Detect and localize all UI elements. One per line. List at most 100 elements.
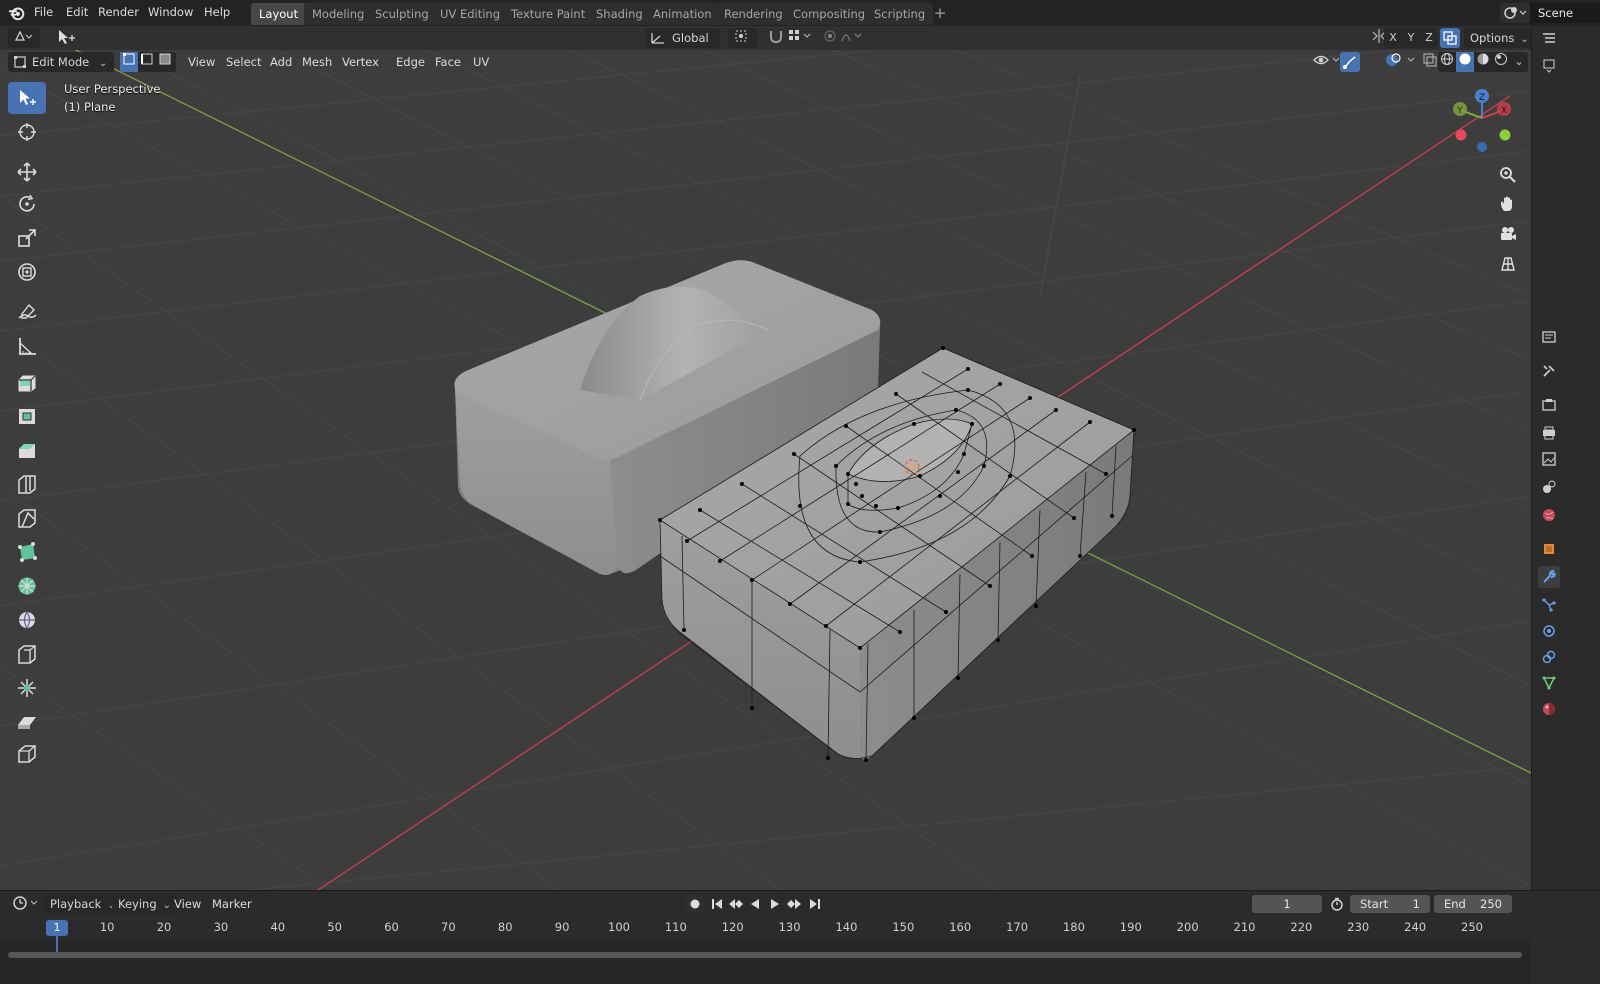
- play-reverse-button[interactable]: [746, 895, 764, 913]
- timeline-editor-type-button[interactable]: [6, 894, 48, 914]
- object-properties-tab[interactable]: [1538, 538, 1560, 560]
- menu-mesh[interactable]: Mesh: [298, 52, 336, 72]
- render-properties-tab[interactable]: [1538, 394, 1560, 416]
- playhead-frame-indicator[interactable]: 1: [46, 920, 68, 936]
- navigation-gizmo[interactable]: Z X Y: [1446, 88, 1518, 158]
- modifier-properties-tab[interactable]: [1538, 566, 1560, 588]
- tab-animation[interactable]: Animation: [645, 3, 720, 25]
- extrude-region-tool[interactable]: [8, 366, 46, 398]
- rotate-tool[interactable]: [8, 188, 46, 220]
- menu-face[interactable]: Face: [431, 52, 465, 72]
- editor-type-button[interactable]: [8, 28, 40, 48]
- scale-tool[interactable]: [8, 222, 46, 254]
- gizmo-toggle[interactable]: [1340, 52, 1360, 72]
- rendered-shading-toggle[interactable]: [1492, 52, 1510, 72]
- menu-keying[interactable]: Keying: [112, 894, 178, 914]
- tab-uv-editing[interactable]: UV Editing: [432, 3, 508, 25]
- end-frame-field[interactable]: End 250: [1434, 895, 1512, 913]
- blender-logo-icon[interactable]: [8, 4, 26, 22]
- proportional-editing-toggle[interactable]: [818, 28, 870, 48]
- smooth-tool[interactable]: [8, 604, 46, 636]
- mirror-x-toggle[interactable]: X: [1384, 28, 1402, 48]
- menu-window[interactable]: Window: [146, 0, 195, 26]
- menu-timeline-view[interactable]: View: [170, 894, 205, 914]
- world-properties-tab[interactable]: [1538, 504, 1560, 526]
- mode-dropdown[interactable]: Edit Mode: [8, 52, 114, 72]
- material-properties-tab[interactable]: [1538, 698, 1560, 720]
- scene-name-field[interactable]: Scene: [1530, 3, 1600, 23]
- poly-build-tool[interactable]: [8, 536, 46, 568]
- preview-range-toggle[interactable]: [1328, 895, 1346, 913]
- face-select-toggle[interactable]: [156, 52, 174, 72]
- output-properties-tab[interactable]: [1538, 422, 1560, 444]
- tab-sculpting[interactable]: Sculpting: [367, 3, 437, 25]
- menu-view[interactable]: View: [184, 52, 219, 72]
- tab-rendering[interactable]: Rendering: [716, 3, 791, 25]
- bevel-tool[interactable]: [8, 434, 46, 466]
- snap-target-dropdown[interactable]: [782, 28, 820, 48]
- shading-options-dropdown[interactable]: ⌄: [1510, 52, 1528, 72]
- constraints-properties-tab[interactable]: [1538, 646, 1560, 668]
- inset-faces-tool[interactable]: [8, 400, 46, 432]
- rip-region-tool[interactable]: [8, 738, 46, 770]
- frame-ruler[interactable]: 10 20 30 40 50 60 70 80 90 100 110 120 130 140 150 160 1…: [0, 917, 1530, 939]
- move-tool[interactable]: [8, 156, 46, 188]
- scene-selector-button[interactable]: [1500, 3, 1530, 23]
- zoom-view-button[interactable]: [1495, 162, 1521, 188]
- active-tool-icon[interactable]: [50, 28, 82, 48]
- data-properties-tab[interactable]: [1538, 672, 1560, 694]
- menu-edit[interactable]: Edit: [64, 0, 90, 26]
- spin-tool[interactable]: [8, 570, 46, 602]
- menu-file[interactable]: File: [32, 0, 55, 26]
- filter-button[interactable]: [1538, 54, 1560, 76]
- jump-keyframe-forward-button[interactable]: [785, 895, 803, 913]
- current-frame-field[interactable]: 1: [1252, 895, 1322, 913]
- tab-compositing[interactable]: Compositing: [785, 3, 874, 25]
- pivot-point-dropdown[interactable]: [728, 28, 758, 48]
- knife-tool[interactable]: [8, 502, 46, 534]
- material-shading-toggle[interactable]: [1474, 52, 1492, 72]
- timeline-keyframe-area[interactable]: [0, 939, 1530, 984]
- mirror-z-toggle[interactable]: Z: [1420, 28, 1438, 48]
- record-button[interactable]: [686, 895, 704, 913]
- tab-scripting[interactable]: Scripting: [866, 3, 934, 25]
- shear-tool[interactable]: [8, 706, 46, 738]
- menu-edge[interactable]: Edge: [392, 52, 429, 72]
- solid-shading-toggle[interactable]: [1456, 52, 1474, 72]
- tab-texture-paint[interactable]: Texture Paint: [503, 3, 594, 25]
- options-dropdown[interactable]: Options: [1464, 28, 1535, 48]
- tab-modeling[interactable]: Modeling: [304, 3, 373, 25]
- menu-playback[interactable]: Playback: [44, 894, 122, 914]
- transform-orientation-dropdown[interactable]: Global: [646, 28, 720, 48]
- 3d-viewport[interactable]: User Perspective (1) Plane Z X Y: [0, 26, 1531, 890]
- shrink-fatten-tool[interactable]: [8, 672, 46, 704]
- edge-slide-tool[interactable]: [8, 638, 46, 670]
- edge-select-toggle[interactable]: [138, 52, 156, 72]
- jump-start-button[interactable]: [708, 895, 726, 913]
- menu-select[interactable]: Select: [222, 52, 265, 72]
- particles-properties-tab[interactable]: [1538, 594, 1560, 616]
- wireframe-shading-toggle[interactable]: [1438, 52, 1456, 72]
- jump-end-button[interactable]: [806, 895, 824, 913]
- menu-render[interactable]: Render: [96, 0, 141, 26]
- tool-properties-tab[interactable]: [1538, 360, 1560, 382]
- jump-keyframe-back-button[interactable]: [727, 895, 745, 913]
- timeline-scrollbar[interactable]: [8, 952, 1522, 958]
- tab-layout[interactable]: Layout: [251, 3, 307, 25]
- start-frame-field[interactable]: Start 1: [1350, 895, 1430, 913]
- menu-vertex[interactable]: Vertex: [338, 52, 383, 72]
- properties-type-button[interactable]: [1538, 326, 1560, 348]
- viewport-scene[interactable]: [0, 26, 1531, 890]
- annotate-tool[interactable]: [8, 296, 46, 328]
- menu-help[interactable]: Help: [202, 0, 232, 26]
- outliner-type-button[interactable]: [1538, 28, 1560, 50]
- loop-cut-tool[interactable]: [8, 468, 46, 500]
- menu-uv[interactable]: UV: [469, 52, 493, 72]
- view-layer-properties-tab[interactable]: [1538, 448, 1560, 470]
- vertex-select-toggle[interactable]: [120, 52, 138, 72]
- select-box-tool[interactable]: [8, 82, 46, 114]
- scene-properties-tab[interactable]: [1538, 476, 1560, 498]
- auto-merge-toggle[interactable]: [1440, 28, 1460, 48]
- camera-view-button[interactable]: [1495, 221, 1521, 247]
- physics-properties-tab[interactable]: [1538, 620, 1560, 642]
